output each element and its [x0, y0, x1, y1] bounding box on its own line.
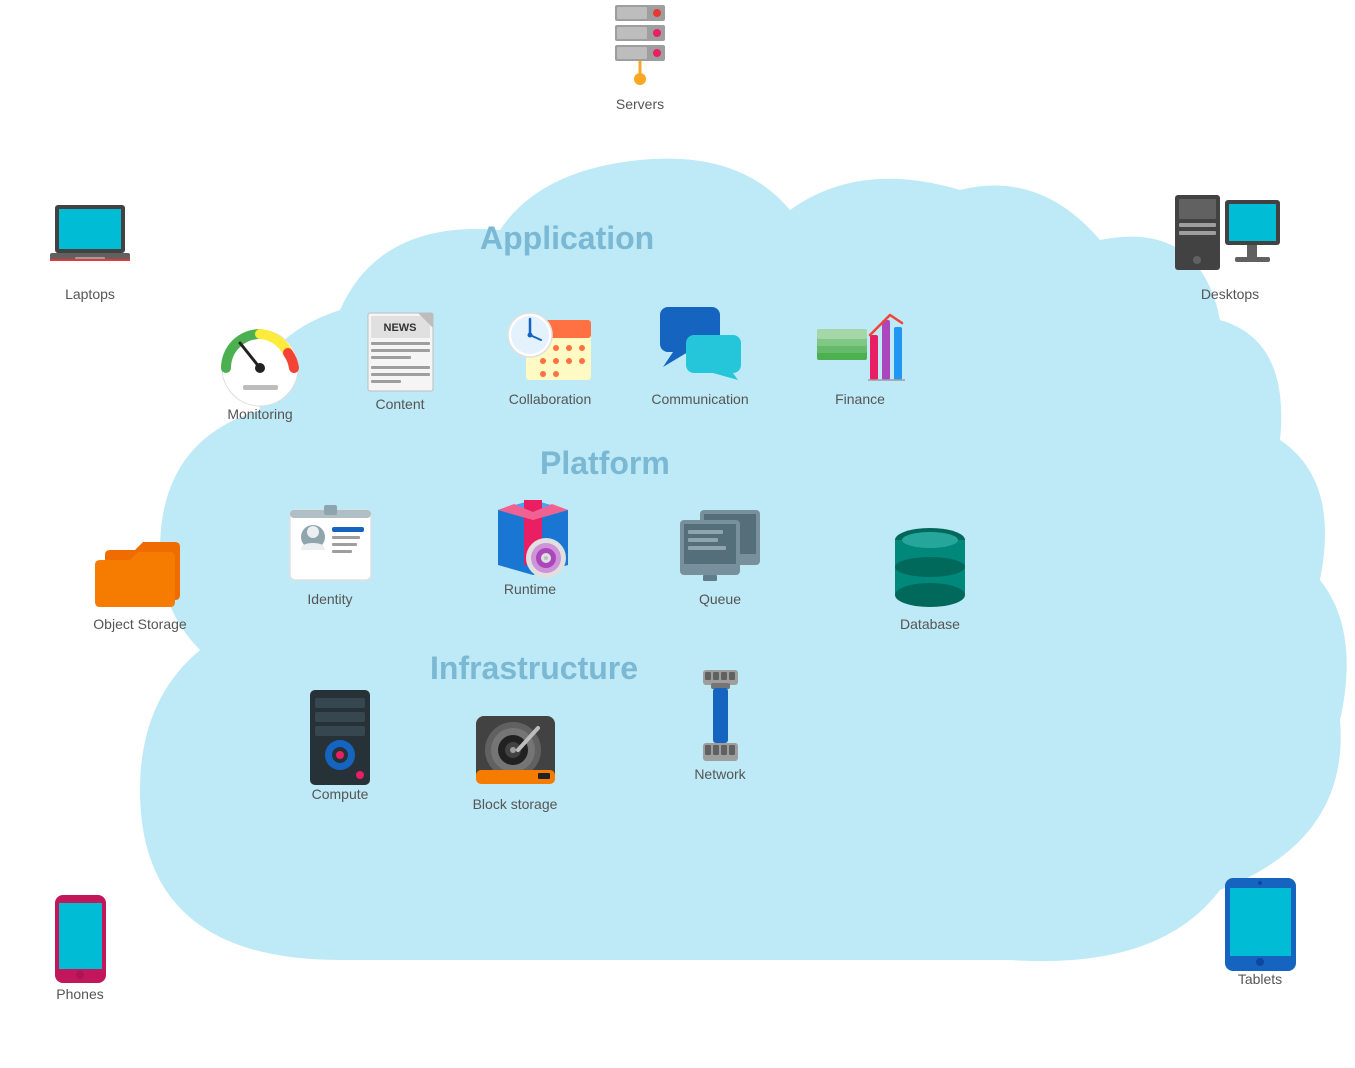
- identity-label: Identity: [307, 591, 352, 607]
- block-storage-icon: [475, 710, 555, 790]
- desktops-item: Desktops: [1170, 200, 1290, 302]
- communication-label: Communication: [651, 391, 748, 407]
- collaboration-item: Collaboration: [490, 305, 610, 407]
- finance-item: Finance: [800, 305, 920, 407]
- desktops-label: Desktops: [1201, 286, 1259, 302]
- block-storage-item: Block storage: [455, 710, 575, 812]
- collaboration-icon: [510, 305, 590, 385]
- phones-item: Phones: [20, 900, 140, 1002]
- phones-icon: [40, 900, 120, 980]
- content-label: Content: [375, 396, 424, 412]
- compute-icon: [300, 700, 380, 780]
- object-storage-item: Object Storage: [80, 530, 200, 632]
- monitoring-item: Monitoring: [200, 320, 320, 422]
- object-storage-label: Object Storage: [93, 616, 186, 632]
- finance-icon: [820, 305, 900, 385]
- compute-item: Compute: [280, 700, 400, 802]
- servers-icon: [600, 10, 680, 90]
- network-item: Network: [660, 680, 780, 782]
- runtime-item: Runtime: [470, 495, 590, 597]
- desktops-icon: [1190, 200, 1270, 280]
- database-label: Database: [900, 616, 960, 632]
- servers-label: Servers: [616, 96, 664, 112]
- block-storage-label: Block storage: [473, 796, 558, 812]
- compute-label: Compute: [312, 786, 369, 802]
- database-item: Database: [870, 530, 990, 632]
- database-icon: [890, 530, 970, 610]
- tablets-icon: [1220, 885, 1300, 965]
- runtime-icon: [490, 495, 570, 575]
- collaboration-label: Collaboration: [509, 391, 592, 407]
- finance-label: Finance: [835, 391, 885, 407]
- content-item: NEWS Content: [340, 310, 460, 412]
- phones-label: Phones: [56, 986, 103, 1002]
- identity-icon: [290, 505, 370, 585]
- identity-item: Identity: [270, 505, 390, 607]
- laptops-label: Laptops: [65, 286, 115, 302]
- communication-item: Communication: [640, 305, 760, 407]
- runtime-label: Runtime: [504, 581, 556, 597]
- object-storage-icon: [100, 530, 180, 610]
- tablets-item: Tablets: [1200, 885, 1320, 987]
- content-icon: NEWS: [360, 310, 440, 390]
- monitoring-label: Monitoring: [227, 406, 292, 422]
- laptops-item: Laptops: [30, 200, 150, 302]
- monitoring-icon: [220, 320, 300, 400]
- laptops-icon: [50, 200, 130, 280]
- communication-icon: [660, 305, 740, 385]
- network-label: Network: [694, 766, 745, 782]
- queue-icon: [680, 505, 760, 585]
- network-icon: [680, 680, 760, 760]
- svg-text:NEWS: NEWS: [383, 322, 416, 334]
- servers-item: Servers: [580, 10, 700, 112]
- queue-item: Queue: [660, 505, 780, 607]
- tablets-label: Tablets: [1238, 971, 1282, 987]
- queue-label: Queue: [699, 591, 741, 607]
